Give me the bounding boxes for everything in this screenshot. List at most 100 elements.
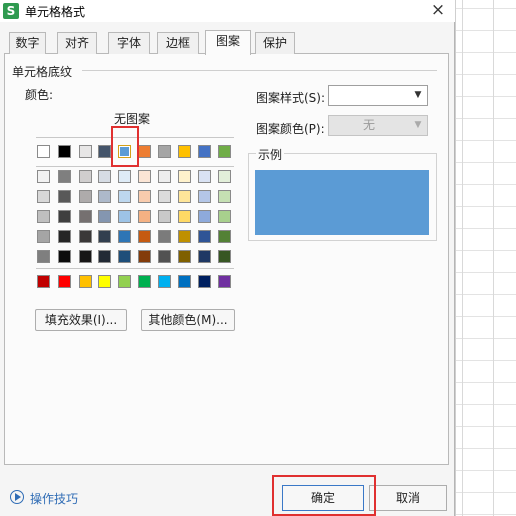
color-swatch[interactable] <box>178 190 191 203</box>
color-swatch[interactable] <box>138 275 151 288</box>
pattern-color-select[interactable]: 无 ▼ <box>328 115 428 136</box>
color-swatch[interactable] <box>98 170 111 183</box>
color-swatch[interactable] <box>79 190 92 203</box>
color-swatch[interactable] <box>98 210 111 223</box>
color-swatch[interactable] <box>158 230 171 243</box>
color-swatch[interactable] <box>158 210 171 223</box>
color-swatch[interactable] <box>198 190 211 203</box>
color-swatch[interactable] <box>218 250 231 263</box>
app-logo-icon: S <box>3 3 19 19</box>
color-swatch[interactable] <box>218 210 231 223</box>
color-swatch[interactable] <box>37 230 50 243</box>
pattern-style-select[interactable]: ▼ <box>328 85 428 106</box>
color-swatch[interactable] <box>178 275 191 288</box>
color-swatch[interactable] <box>37 275 50 288</box>
color-swatch[interactable] <box>118 275 131 288</box>
color-swatch[interactable] <box>218 170 231 183</box>
pattern-color-value: 无 <box>362 118 375 132</box>
highlight-annotation <box>272 475 376 516</box>
color-swatch[interactable] <box>79 250 92 263</box>
highlight-annotation <box>111 126 139 167</box>
color-swatch[interactable] <box>37 210 50 223</box>
color-swatch[interactable] <box>58 230 71 243</box>
color-swatch[interactable] <box>118 190 131 203</box>
color-swatch[interactable] <box>198 250 211 263</box>
color-swatch[interactable] <box>79 170 92 183</box>
color-swatch[interactable] <box>178 230 191 243</box>
more-colors-button[interactable]: 其他颜色(M)... <box>141 309 235 331</box>
palette-divider <box>36 268 234 269</box>
sample-label: 示例 <box>256 146 285 163</box>
title-bar: S 单元格格式 × <box>0 0 455 22</box>
color-swatch[interactable] <box>118 170 131 183</box>
color-swatch[interactable] <box>37 170 50 183</box>
color-swatch[interactable] <box>98 145 111 158</box>
play-icon[interactable] <box>10 490 24 504</box>
color-swatch[interactable] <box>178 250 191 263</box>
no-pattern-option[interactable]: 无图案 <box>114 110 150 127</box>
color-swatch[interactable] <box>218 145 231 158</box>
color-swatch[interactable] <box>138 210 151 223</box>
color-swatch[interactable] <box>79 210 92 223</box>
color-swatch[interactable] <box>98 190 111 203</box>
tab-number[interactable]: 数字 <box>9 32 46 54</box>
dialog-title: 单元格格式 <box>25 5 86 19</box>
pattern-style-label: 图案样式(S): <box>256 91 326 105</box>
color-swatch[interactable] <box>198 210 211 223</box>
group-divider <box>82 70 437 71</box>
color-swatch[interactable] <box>138 170 151 183</box>
color-swatch[interactable] <box>79 230 92 243</box>
spreadsheet-background <box>455 0 516 516</box>
color-swatch[interactable] <box>158 190 171 203</box>
color-swatch[interactable] <box>98 230 111 243</box>
color-swatch[interactable] <box>37 145 50 158</box>
color-swatch[interactable] <box>118 250 131 263</box>
color-swatch[interactable] <box>218 275 231 288</box>
color-swatch[interactable] <box>218 190 231 203</box>
color-swatch[interactable] <box>138 250 151 263</box>
color-swatch[interactable] <box>118 210 131 223</box>
close-button[interactable]: × <box>427 0 449 22</box>
cancel-button[interactable]: 取消 <box>369 485 447 511</box>
color-swatch[interactable] <box>37 250 50 263</box>
color-swatch[interactable] <box>58 190 71 203</box>
color-swatch[interactable] <box>138 145 151 158</box>
tab-pattern[interactable]: 图案 <box>205 30 251 55</box>
color-swatch[interactable] <box>138 230 151 243</box>
color-swatch[interactable] <box>138 190 151 203</box>
color-swatch[interactable] <box>79 145 92 158</box>
color-swatch[interactable] <box>158 250 171 263</box>
format-cells-dialog: S 单元格格式 × 数字 对齐 字体 边框 图案 保护 单元格底纹 颜色: 无图… <box>0 0 455 516</box>
color-swatch[interactable] <box>218 230 231 243</box>
color-swatch[interactable] <box>178 210 191 223</box>
color-swatch[interactable] <box>198 145 211 158</box>
color-swatch[interactable] <box>58 275 71 288</box>
color-swatch[interactable] <box>58 210 71 223</box>
color-swatch[interactable] <box>37 190 50 203</box>
color-swatch[interactable] <box>118 230 131 243</box>
color-swatch[interactable] <box>158 275 171 288</box>
color-swatch[interactable] <box>79 275 92 288</box>
color-swatch[interactable] <box>98 275 111 288</box>
color-swatch[interactable] <box>198 230 211 243</box>
chevron-down-icon: ▼ <box>414 120 422 130</box>
shading-group-title: 单元格底纹 <box>12 63 77 80</box>
color-swatch[interactable] <box>58 250 71 263</box>
fill-effects-button[interactable]: 填充效果(I)... <box>35 309 127 331</box>
color-swatch[interactable] <box>58 170 71 183</box>
color-swatch[interactable] <box>178 170 191 183</box>
color-swatch[interactable] <box>198 170 211 183</box>
tab-font[interactable]: 字体 <box>108 32 150 54</box>
tab-alignment[interactable]: 对齐 <box>57 32 97 54</box>
chevron-down-icon: ▼ <box>414 90 422 100</box>
tab-protection[interactable]: 保护 <box>255 32 295 54</box>
color-swatch[interactable] <box>58 145 71 158</box>
color-swatch[interactable] <box>98 250 111 263</box>
color-label: 颜色: <box>25 88 54 102</box>
color-swatch[interactable] <box>158 145 171 158</box>
tab-border[interactable]: 边框 <box>157 32 199 54</box>
color-swatch[interactable] <box>158 170 171 183</box>
color-swatch[interactable] <box>178 145 191 158</box>
tips-link[interactable]: 操作技巧 <box>30 490 78 507</box>
color-swatch[interactable] <box>198 275 211 288</box>
